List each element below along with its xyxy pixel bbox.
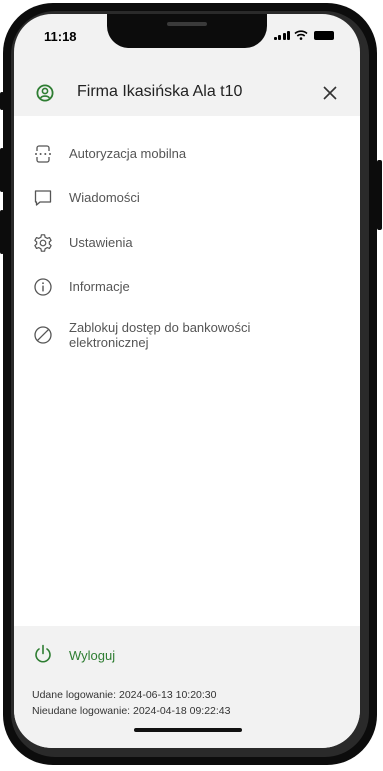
menu-item-label: Wiadomości	[69, 190, 140, 205]
phone-side-button	[0, 92, 4, 110]
menu-item-label: Zablokuj dostęp do bankowości elektronic…	[69, 320, 251, 350]
notch	[107, 14, 267, 48]
block-icon	[34, 326, 52, 344]
menu-item-mobile-authorization[interactable]: Autoryzacja mobilna	[14, 140, 360, 168]
close-button[interactable]	[318, 81, 342, 105]
menu-list: Autoryzacja mobilna Wiadomości Ustawieni…	[14, 116, 360, 626]
user-circle-icon	[36, 84, 54, 102]
status-icons	[273, 30, 334, 40]
close-icon	[323, 86, 337, 100]
message-icon	[34, 190, 52, 206]
mobile-authorization-icon	[35, 145, 51, 163]
wifi-icon	[294, 30, 308, 40]
menu-item-label: Informacje	[69, 279, 130, 294]
phone-volume-down-button	[0, 210, 4, 254]
menu-item-settings[interactable]: Ustawienia	[14, 229, 360, 257]
menu-item-block-access[interactable]: Zablokuj dostęp do bankowości elektronic…	[14, 316, 360, 356]
logout-button[interactable]: Wyloguj	[14, 642, 360, 670]
last-successful-login: Udane logowanie: 2024-06-13 10:20:30	[32, 689, 217, 701]
menu-header: Firma Ikasińska Ala t10	[14, 70, 360, 116]
status-bar: 11:18	[14, 14, 360, 64]
status-time: 11:18	[44, 29, 77, 44]
battery-icon	[314, 31, 334, 40]
phone-power-button	[377, 160, 382, 230]
app-screen: 11:18 Firma Ikasińska Ala t10 Autoryzacj…	[14, 14, 360, 748]
menu-item-label: Ustawienia	[69, 235, 133, 250]
menu-item-messages[interactable]: Wiadomości	[14, 184, 360, 212]
signal-icon	[273, 30, 290, 40]
menu-item-label: Autoryzacja mobilna	[69, 146, 187, 161]
phone-volume-up-button	[0, 148, 4, 192]
last-failed-login: Nieudane logowanie: 2024-04-18 09:22:43	[32, 705, 231, 717]
home-indicator[interactable]	[134, 728, 242, 732]
logout-label: Wyloguj	[69, 648, 116, 663]
notch-speaker	[167, 22, 207, 26]
power-icon	[35, 644, 51, 663]
menu-item-information[interactable]: Informacje	[14, 273, 360, 301]
info-icon	[34, 278, 52, 296]
company-name: Firma Ikasińska Ala t10	[77, 83, 243, 100]
gear-icon	[34, 234, 52, 252]
